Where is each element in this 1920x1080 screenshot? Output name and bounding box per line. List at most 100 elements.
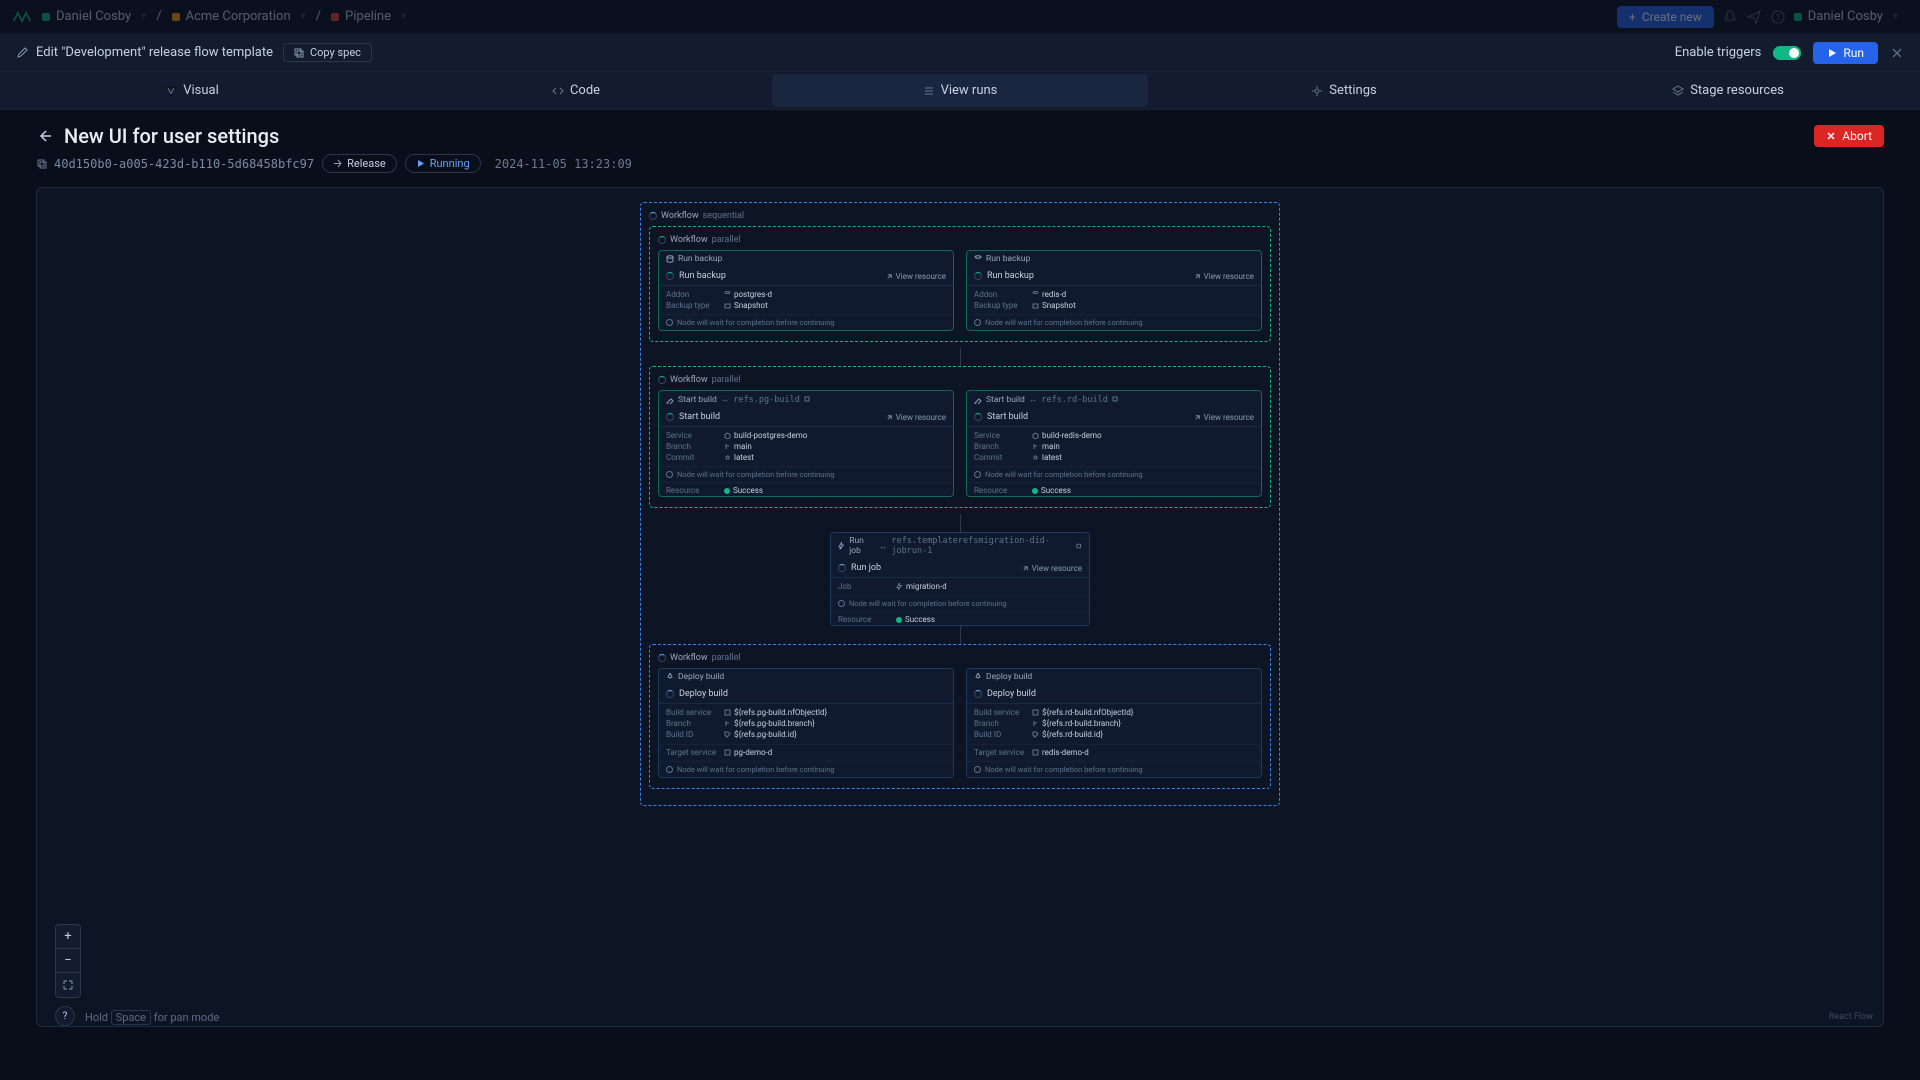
node-deploy-redis[interactable]: Deploy build Deploy build Build service$… — [966, 668, 1262, 778]
node-run-backup-redis[interactable]: Run backup Run backup View resource Addo… — [966, 250, 1262, 331]
gear-icon — [1311, 85, 1323, 97]
tab-visual[interactable]: Visual — [4, 74, 380, 107]
play-icon — [416, 159, 425, 168]
view-resource-label: View resource — [896, 272, 946, 281]
workflow-parallel-builds[interactable]: Workflowparallel Start build ↔ refs.pg-b… — [649, 366, 1271, 508]
back-arrow-icon[interactable] — [36, 128, 52, 144]
workflow-type: parallel — [712, 653, 741, 663]
tab-view-runs[interactable]: View runs — [772, 74, 1148, 107]
list-icon — [923, 85, 935, 97]
prop-value: main — [734, 442, 752, 451]
breadcrumb-item-label: Acme Corporation — [186, 9, 291, 24]
breadcrumb-item-user[interactable]: Daniel Cosby ▾ — [42, 9, 146, 24]
view-resource-link[interactable]: View resource — [886, 272, 946, 281]
connector — [960, 514, 961, 532]
prop-key: Branch — [666, 719, 724, 728]
breadcrumb-item-project[interactable]: Pipeline ▾ — [331, 9, 406, 24]
enable-triggers-toggle[interactable] — [1773, 46, 1801, 60]
view-resource-link[interactable]: View resource — [1194, 272, 1254, 281]
tab-code[interactable]: Code — [388, 74, 764, 107]
release-badge-label: Release — [347, 157, 386, 170]
node-title: Deploy build — [987, 689, 1254, 699]
wait-note: Node will wait for completion before con… — [659, 314, 953, 330]
run-header: New UI for user settings Abort — [0, 110, 1920, 154]
prop-key: Branch — [974, 442, 1032, 451]
fit-view-button[interactable] — [56, 973, 80, 997]
bell-icon[interactable] — [1722, 9, 1738, 25]
prop-value: postgres-d — [734, 290, 772, 299]
release-icon — [333, 159, 342, 168]
create-new-button[interactable]: + Create new — [1617, 6, 1714, 28]
prop-key: Addon — [974, 290, 1032, 299]
code-icon — [552, 85, 564, 97]
node-ref: refs.templaterefsmigration-did-jobrun-1 — [891, 536, 1071, 556]
visual-icon — [165, 85, 177, 97]
view-resource-link[interactable]: View resource — [886, 413, 946, 422]
tab-settings[interactable]: Settings — [1156, 74, 1532, 107]
run-id[interactable]: 40d150b0-a005-423d-b110-5d68458bfc97 — [36, 157, 314, 171]
send-icon[interactable] — [1746, 9, 1762, 25]
workflow-name: Workflow — [670, 235, 708, 245]
node-start-build-redis[interactable]: Start build ↔ refs.rd-build Start buildV… — [966, 390, 1262, 497]
spinner-icon — [974, 690, 982, 698]
cube-icon — [724, 709, 731, 716]
prop-value: ${refs.pg-build.nfObjectId} — [734, 708, 827, 717]
copy-icon[interactable] — [1112, 396, 1119, 403]
prop-key: Target service — [666, 748, 724, 757]
prop-value: redis-demo-d — [1042, 748, 1089, 757]
wait-note: Node will wait for completion before con… — [967, 466, 1261, 482]
breadcrumb-item-org[interactable]: Acme Corporation ▾ — [172, 9, 306, 24]
node-run-job[interactable]: Run job ↔ refs.templaterefsmigration-did… — [830, 532, 1090, 626]
prop-key: Resource — [838, 615, 896, 624]
tab-stage-resources[interactable]: Stage resources — [1540, 74, 1916, 107]
prop-key: Commit — [666, 453, 724, 462]
run-button-label: Run — [1843, 46, 1864, 60]
workflow-parallel-deploys[interactable]: Workflowparallel Deploy build Deploy bui… — [649, 644, 1271, 789]
prop-value: pg-demo-d — [734, 748, 772, 757]
zoom-out-button[interactable]: − — [56, 949, 80, 973]
node-run-backup-postgres[interactable]: Run backup Run backup View resource Addo… — [658, 250, 954, 331]
node-ref: refs.pg-build — [733, 395, 800, 405]
view-resource-label: View resource — [1204, 272, 1254, 281]
close-icon[interactable] — [1890, 46, 1904, 60]
view-resource-link[interactable]: View resource — [1022, 564, 1082, 573]
copy-icon[interactable] — [1076, 543, 1082, 550]
copy-spec-button[interactable]: Copy spec — [283, 43, 372, 62]
workflow-parallel-backups[interactable]: Workflow parallel Run backup Run backup — [649, 226, 1271, 342]
user-menu[interactable]: Daniel Cosby ▾ — [1794, 9, 1898, 24]
view-resource-label: View resource — [1204, 413, 1254, 422]
cube-icon — [1032, 749, 1039, 756]
rocket-icon — [974, 673, 982, 681]
spinner-icon — [658, 376, 666, 384]
pencil-icon — [16, 47, 28, 59]
abort-button[interactable]: Abort — [1814, 125, 1884, 147]
close-icon — [1826, 131, 1836, 141]
workflow-canvas[interactable]: Workflow sequential Workflow parallel Ru… — [36, 187, 1884, 1027]
node-title: Start build — [679, 412, 881, 422]
edit-title-label: Edit "Development" release flow template — [36, 45, 273, 60]
play-icon — [1827, 48, 1837, 58]
node-start-build-postgres[interactable]: Start build ↔ refs.pg-build Start buildV… — [658, 390, 954, 497]
pan-hint: Hold Space for pan mode — [85, 1011, 219, 1024]
zoom-in-button[interactable]: + — [56, 925, 80, 949]
editor-tabs: Visual Code View runs Settings Stage res… — [0, 72, 1920, 110]
node-deploy-pg[interactable]: Deploy build Deploy build Build service$… — [658, 668, 954, 778]
workflow-sequential[interactable]: Workflow sequential Workflow parallel Ru… — [640, 202, 1280, 806]
camera-icon — [1032, 302, 1039, 309]
plus-icon: + — [1629, 10, 1636, 24]
workflow-label: Workflow sequential — [649, 211, 1271, 221]
spinner-icon — [666, 272, 674, 280]
connector — [960, 626, 961, 644]
run-timestamp: 2024-11-05 13:23:09 — [495, 157, 632, 171]
connector — [960, 348, 961, 366]
view-resource-link[interactable]: View resource — [1194, 413, 1254, 422]
tab-label: View runs — [941, 83, 998, 98]
cube-icon — [1032, 432, 1039, 439]
help-icon[interactable]: ? — [1770, 9, 1786, 25]
canvas-help-button[interactable]: ? — [55, 1006, 75, 1026]
tag-icon — [724, 731, 731, 738]
bolt-icon — [838, 542, 845, 550]
run-button[interactable]: Run — [1813, 42, 1878, 64]
copy-icon[interactable] — [804, 396, 811, 403]
hint-hold: Hold — [85, 1011, 108, 1024]
